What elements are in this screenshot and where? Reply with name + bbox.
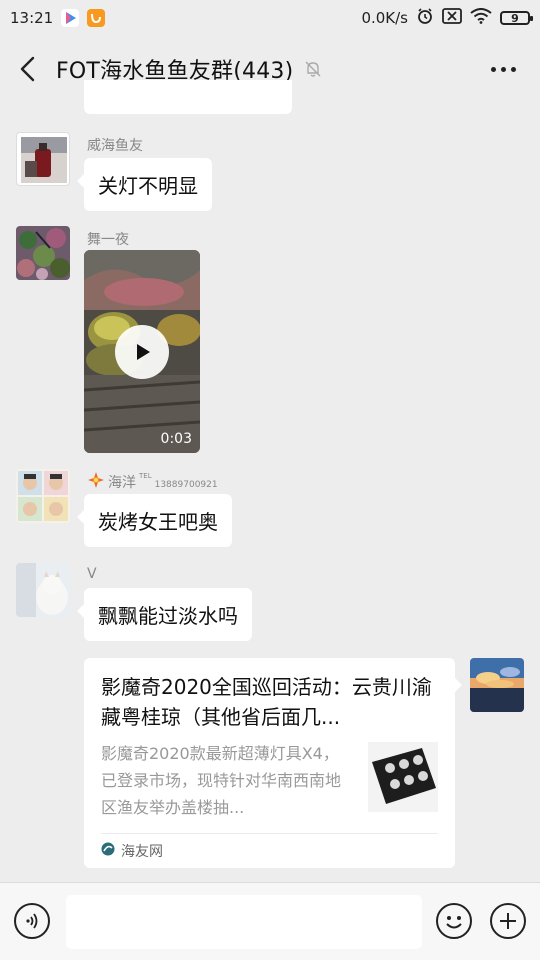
input-bar [0,882,540,960]
avatar[interactable] [16,563,70,617]
network-speed: 0.0K/s [361,9,408,27]
message-bubble[interactable]: 关灯不明显 [77,158,212,211]
spark-icon [87,471,105,493]
mute-icon [303,59,323,79]
play-icon[interactable] [115,325,169,379]
link-card-source-name: 海友网 [121,844,163,860]
message-bubble[interactable]: 炭烤女王吧奥 [77,494,232,547]
source-logo-icon [101,842,115,860]
uc-browser-icon [87,9,106,27]
sender-info: 海洋 TEL 13889700921 [87,471,218,493]
link-card-thumbnail [368,742,438,812]
avatar[interactable] [16,132,70,186]
my-avatar[interactable] [470,658,524,712]
video-message[interactable]: 0:03 [84,250,200,453]
video-duration: 0:03 [160,431,192,447]
battery-level: 9 [511,11,519,25]
sender-nickname: 威海鱼友 [87,138,143,154]
battery-icon: 9 [500,11,533,25]
status-time: 13:21 [10,9,54,27]
divider [101,833,438,834]
sender-nickname: 海洋 [108,475,136,491]
link-card[interactable]: 影魔奇2020全国巡回活动：云贵川渝藏粤桂琼（其他省后面几... 影魔奇2020… [84,658,462,868]
no-sim-icon [442,8,462,28]
nickname-suffix: TEL [139,472,152,480]
link-card-title: 影魔奇2020全国巡回活动：云贵川渝藏粤桂琼（其他省后面几... [101,675,432,729]
message-input[interactable] [66,895,422,949]
voice-icon[interactable] [14,903,50,939]
video-app-icon [61,9,80,27]
more-icon[interactable] [491,66,516,72]
message-bubble[interactable]: 飘飘能过淡水吗 [77,588,252,641]
back-icon[interactable] [14,55,42,83]
wifi-icon [470,8,492,28]
avatar[interactable] [16,469,70,523]
chat-area[interactable]: 威海鱼友 关灯不明显 舞一夜 0:03 海洋 TEL 13889700921 炭… [0,80,540,882]
sender-nickname: V [87,566,97,582]
alarm-icon [416,7,434,29]
sender-nickname: 舞一夜 [87,232,129,248]
avatar[interactable] [16,226,70,280]
sender-phone: 13889700921 [154,480,218,490]
link-card-source: 海友网 [101,841,163,861]
status-bar: 13:21 0.0K/s 9 [0,0,540,36]
plus-icon[interactable] [490,903,526,939]
link-card-description: 影魔奇2020款最新超薄灯具X4，已登录市场，现特针对华南西南地区渔友举办盖楼抽… [101,744,342,817]
emoji-icon[interactable] [436,903,472,939]
previous-message-bubble [84,80,292,114]
